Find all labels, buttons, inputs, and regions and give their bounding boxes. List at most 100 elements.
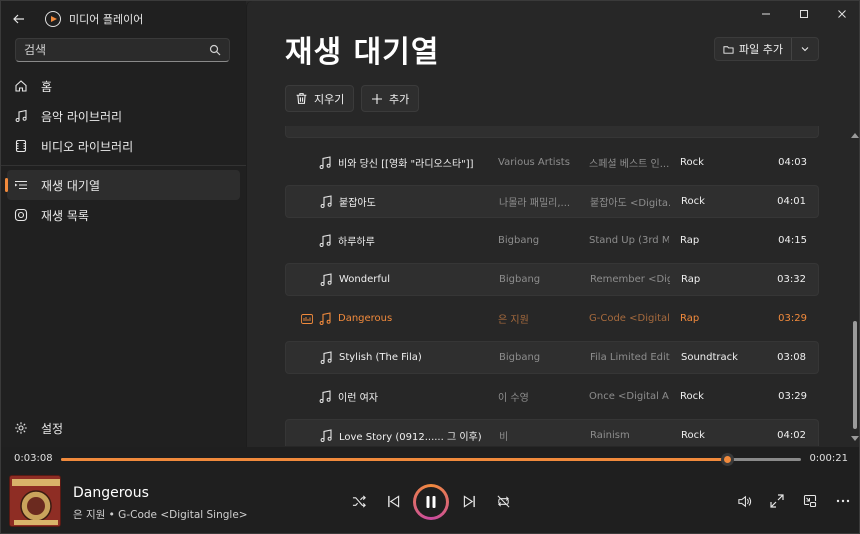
back-button[interactable] <box>1 1 37 37</box>
close-button[interactable] <box>823 1 859 27</box>
sidebar: 미디어 플레이어 홈 음악 라이브러리 비디오 라이브러리 재생 대기열 <box>1 1 246 447</box>
close-icon <box>838 10 846 18</box>
expand-icon <box>770 494 784 508</box>
track-genre: Rock <box>680 391 704 402</box>
nav-item-label: 재생 목록 <box>41 208 89 223</box>
main-content: 재생 대기열 파일 추가 지우기 추가 비와 당신 [[영화 "라디오스타"]]… <box>246 1 859 447</box>
app-logo-icon <box>45 11 61 27</box>
window-controls <box>747 1 859 29</box>
media-player-window: 미디어 플레이어 홈 음악 라이브러리 비디오 라이브러리 재생 대기열 <box>0 0 860 534</box>
now-playing-subtitle[interactable]: 은 지원 • G-Code <Digital Single> <box>73 507 248 522</box>
music-note-icon <box>320 428 332 443</box>
more-options-button[interactable] <box>833 491 853 511</box>
maximize-button[interactable] <box>785 1 823 27</box>
title-bar: 미디어 플레이어 <box>1 1 246 37</box>
track-duration: 04:02 <box>777 430 806 441</box>
track-artist: 비 <box>499 432 509 443</box>
track-duration: 03:08 <box>777 352 806 363</box>
shuffle-icon <box>352 494 366 508</box>
queue-row[interactable]: Stylish (The Fila) Bigbang Fila Limited Ed… <box>285 341 819 374</box>
volume-icon <box>737 495 751 507</box>
fullscreen-button[interactable] <box>767 491 787 511</box>
player-bar: Dangerous 은 지원 • G-Code <Digital Single> <box>1 471 859 533</box>
track-album: Remember <Dig... <box>590 274 670 285</box>
settings-button[interactable]: 설정 <box>7 413 240 443</box>
add-file-split-button: 파일 추가 <box>714 37 819 61</box>
search-input[interactable] <box>24 43 209 57</box>
track-artist: 은 지원 <box>498 315 529 326</box>
clear-queue-button[interactable]: 지우기 <box>285 85 355 112</box>
track-artist: 이 수영 <box>498 393 529 404</box>
nav-item-home[interactable]: 홈 <box>7 71 240 101</box>
previous-track-button[interactable] <box>383 491 403 511</box>
volume-button[interactable] <box>734 491 754 511</box>
nav-item-video-library[interactable]: 비디오 라이브러리 <box>7 131 240 161</box>
maximize-icon <box>800 10 808 18</box>
vertical-scrollbar[interactable] <box>851 131 859 443</box>
queue-row[interactable]: Dangerous 은 지원 G-Code <Digital... Rap 03:29 <box>285 302 819 335</box>
settings-label: 설정 <box>41 421 64 436</box>
minimize-button[interactable] <box>747 1 785 27</box>
search-icon[interactable] <box>209 44 221 56</box>
track-genre: Rap <box>680 313 700 324</box>
track-album: Stand Up (3rd M... <box>589 235 669 246</box>
nav-item-play-queue[interactable]: 재생 대기열 <box>5 170 240 200</box>
mini-player-button[interactable] <box>800 491 820 511</box>
music-note-icon <box>320 350 332 365</box>
nav-divider <box>1 165 246 166</box>
track-genre: Rap <box>681 274 701 285</box>
track-duration: 03:29 <box>778 391 807 402</box>
add-file-button[interactable]: 파일 추가 <box>715 38 792 60</box>
track-artist: Various Artists <box>498 157 570 168</box>
trash-icon <box>295 92 308 105</box>
queue-row[interactable]: 붙잡아도 나몰라 패밀리,... 붙잡아도 <Digita... Rock 04:01 <box>285 185 819 218</box>
back-arrow-icon <box>13 14 24 24</box>
track-title: Dangerous <box>338 313 393 324</box>
minimize-icon <box>762 13 770 15</box>
queue-row[interactable]: 이런 여자 이 수영 Once <Digital Al... Rock 03:29 <box>285 380 819 413</box>
add-file-dropdown-button[interactable] <box>792 38 818 60</box>
queue-row[interactable]: Wonderful Bigbang Remember <Dig... Rap 03:32 <box>285 263 819 296</box>
track-duration: 04:15 <box>778 235 807 246</box>
mini-player-icon <box>803 494 817 508</box>
pause-button[interactable] <box>413 484 449 520</box>
nav-item-music-library[interactable]: 음악 라이브러리 <box>7 101 240 131</box>
track-genre: Rap <box>680 235 700 246</box>
album-art[interactable] <box>9 475 61 527</box>
nav-item-playlists[interactable]: 재생 목록 <box>7 200 240 230</box>
music-note-icon <box>320 194 332 209</box>
add-label: 추가 <box>389 92 410 106</box>
search-box[interactable] <box>15 38 230 62</box>
track-duration: 03:29 <box>778 313 807 324</box>
more-dots-icon <box>836 499 850 503</box>
folder-icon <box>723 44 734 55</box>
scroll-down-arrow-icon[interactable] <box>851 435 859 443</box>
queue-row[interactable]: Love Story (0912...... 그 이후) 비 Rainism Rock… <box>285 419 819 446</box>
track-artist: Bigbang <box>498 235 540 246</box>
queue-row[interactable]: 비와 당신 [[영화 "라디오스타"]] Various Artists 스페셜 베… <box>285 146 819 179</box>
seek-thumb[interactable] <box>721 453 734 466</box>
shuffle-button[interactable] <box>349 491 369 511</box>
repeat-button[interactable] <box>493 491 513 511</box>
clear-label: 지우기 <box>314 92 345 106</box>
seek-progress <box>61 458 727 461</box>
track-album: Once <Digital Al... <box>589 391 669 402</box>
queue-row-partial[interactable] <box>285 126 819 138</box>
now-playing-title[interactable]: Dangerous <box>73 485 149 501</box>
repeat-off-icon <box>497 495 509 507</box>
track-album: 스페셜 베스트 인... <box>589 159 669 170</box>
track-album: Rainism <box>590 430 630 441</box>
add-button[interactable]: 추가 <box>361 85 420 112</box>
track-artist: Bigbang <box>499 274 541 285</box>
music-note-icon <box>320 272 332 287</box>
track-duration: 04:01 <box>777 196 806 207</box>
nav-item-label: 재생 대기열 <box>41 178 101 193</box>
scroll-up-arrow-icon[interactable] <box>851 131 859 139</box>
track-genre: Rock <box>681 196 705 207</box>
queue-row[interactable]: 하루하루 Bigbang Stand Up (3rd M... Rap 04:15 <box>285 224 819 257</box>
app-title: 미디어 플레이어 <box>69 13 144 26</box>
next-track-button[interactable] <box>459 491 479 511</box>
scroll-thumb[interactable] <box>853 321 857 429</box>
track-album: Fila Limited Editi... <box>590 352 670 363</box>
seek-slider[interactable] <box>61 453 801 466</box>
